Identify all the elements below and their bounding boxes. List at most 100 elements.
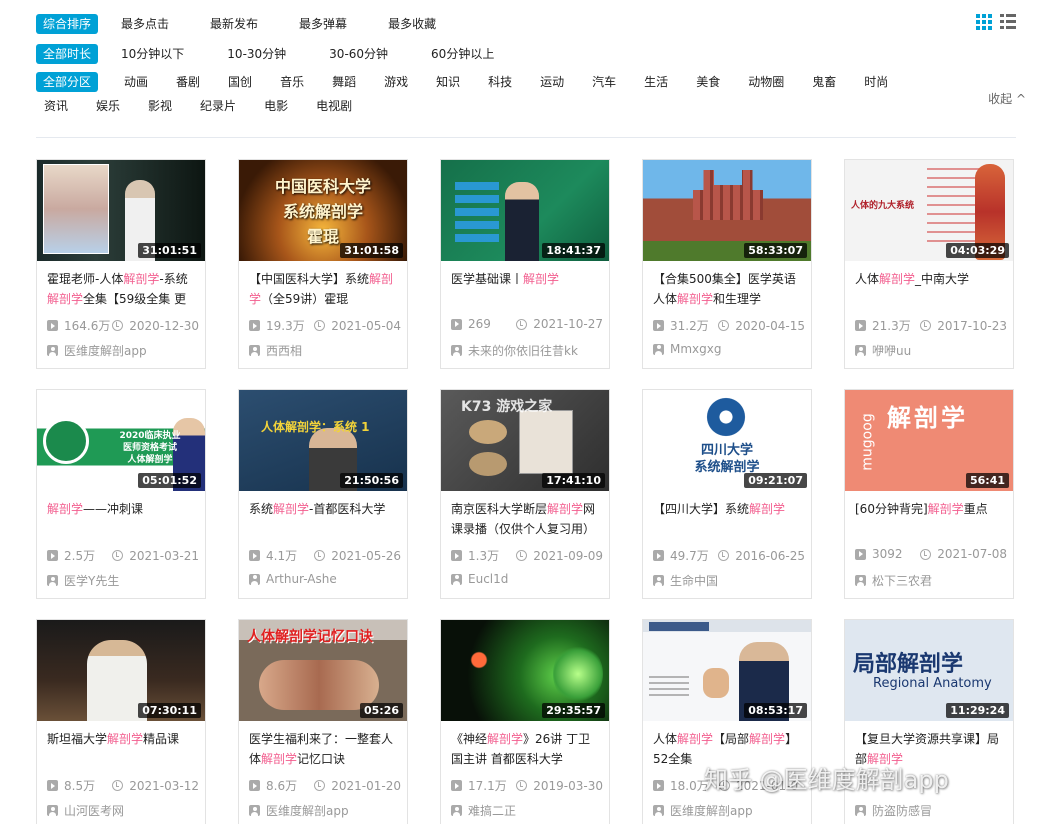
video-card[interactable]: 中国医科大学 系统解剖学 霍琨 31:01:58 【中国医科大学】系统解剖学（全59…: [238, 159, 408, 369]
sort-option[interactable]: 最多收藏: [380, 14, 444, 34]
video-card[interactable]: 人体解剖学记忆口诀 05:26 医学生福利来了：一整套人体解剖学记忆口诀 8.6万 20…: [238, 619, 408, 824]
video-thumbnail[interactable]: K73 游戏之家 17:41:10: [441, 390, 609, 491]
uploader[interactable]: Arthur-Ashe: [249, 572, 337, 586]
video-card[interactable]: 31:01:51 霍琨老师-人体解剖学-系统解剖学全集【59级全集 更 164.6万…: [36, 159, 206, 369]
uploader-name[interactable]: Eucl1d: [468, 572, 508, 586]
category-option[interactable]: 动物圈: [740, 72, 792, 92]
video-title[interactable]: 南京医科大学断层解剖学网课录播（仅供个人复习用）: [451, 499, 599, 539]
video-title[interactable]: 【复旦大学资源共享课】局部解剖学: [855, 729, 1003, 769]
uploader-name[interactable]: 防盗防感冒: [872, 802, 932, 819]
category-option[interactable]: 运动: [532, 72, 572, 92]
uploader[interactable]: 防盗防感冒: [855, 802, 932, 819]
video-thumbnail[interactable]: 07:30:11: [37, 620, 205, 721]
category-option[interactable]: 影视: [140, 96, 180, 116]
video-card[interactable]: 局部解剖学 Regional Anatomy 11:29:24 【复旦大学资源共享课】…: [844, 619, 1014, 824]
video-thumbnail[interactable]: 58:33:07: [643, 160, 811, 261]
video-card[interactable]: 07:30:11 斯坦福大学解剖学精品课 8.5万 2021-03-12 山河医考网: [36, 619, 206, 824]
video-thumbnail[interactable]: 29:35:57: [441, 620, 609, 721]
category-option[interactable]: 汽车: [584, 72, 624, 92]
uploader-name[interactable]: 医学Y先生: [64, 572, 119, 589]
uploader-name[interactable]: Arthur-Ashe: [266, 572, 337, 586]
video-card[interactable]: 18:41:37 医学基础课丨解剖学 269 2021-10-27 未来的你依旧往昔kk: [440, 159, 610, 369]
video-title[interactable]: 医学生福利来了：一整套人体解剖学记忆口诀: [249, 729, 397, 769]
uploader[interactable]: 医维度解剖app: [249, 802, 349, 819]
category-option[interactable]: 全部分区: [36, 72, 99, 92]
video-thumbnail[interactable]: 18:41:37: [441, 160, 609, 261]
uploader-name[interactable]: 医维度解剖app: [266, 802, 349, 819]
uploader[interactable]: 松下三农君: [855, 572, 932, 589]
uploader[interactable]: 西西相: [249, 342, 302, 359]
video-card[interactable]: 08:53:17 人体解剖学【局部解剖学】52全集 18.0万 2021-01-0 医维…: [642, 619, 812, 824]
duration-option[interactable]: 30-60分钟: [321, 44, 396, 64]
category-option[interactable]: 科技: [480, 72, 520, 92]
uploader-name[interactable]: 医维度解剖app: [64, 342, 147, 359]
category-option[interactable]: 鬼畜: [804, 72, 844, 92]
video-thumbnail[interactable]: 人体解剖学记忆口诀 05:26: [239, 620, 407, 721]
category-option[interactable]: 娱乐: [88, 96, 128, 116]
video-title[interactable]: 【中国医科大学】系统解剖学（全59讲）霍琨: [249, 269, 397, 309]
video-card[interactable]: 58:33:07 【合集500集全】医学英语人体解剖学和生理学 31.2万 2020-…: [642, 159, 812, 369]
sort-option[interactable]: 最多弹幕: [291, 14, 355, 34]
uploader-name[interactable]: Mmxgxg: [670, 342, 721, 356]
category-option[interactable]: 游戏: [376, 72, 416, 92]
list-view-icon[interactable]: [1000, 14, 1016, 30]
uploader[interactable]: Eucl1d: [451, 572, 508, 586]
category-option[interactable]: 生活: [636, 72, 676, 92]
collapse-button[interactable]: 收起 ^: [988, 90, 1026, 107]
uploader[interactable]: 医学Y先生: [47, 572, 119, 589]
duration-option[interactable]: 60分钟以上: [423, 44, 502, 64]
category-option[interactable]: 舞蹈: [324, 72, 364, 92]
category-option[interactable]: 时尚: [856, 72, 896, 92]
uploader[interactable]: 难搞二正: [451, 802, 516, 819]
video-title[interactable]: 霍琨老师-人体解剖学-系统解剖学全集【59级全集 更: [47, 269, 195, 309]
video-thumbnail[interactable]: 31:01:51: [37, 160, 205, 261]
video-thumbnail[interactable]: 中国医科大学 系统解剖学 霍琨 31:01:58: [239, 160, 407, 261]
uploader[interactable]: 医维度解剖app: [653, 802, 753, 819]
sort-option[interactable]: 最新发布: [202, 14, 266, 34]
video-title[interactable]: 系统解剖学-首都医科大学: [249, 499, 397, 539]
video-thumbnail[interactable]: 08:53:17: [643, 620, 811, 721]
video-card[interactable]: K73 游戏之家 17:41:10 南京医科大学断层解剖学网课录播（仅供个人复习用）…: [440, 389, 610, 599]
duration-option[interactable]: 全部时长: [36, 44, 99, 64]
uploader-name[interactable]: 咿咿uu: [872, 342, 911, 359]
uploader[interactable]: 医维度解剖app: [47, 342, 147, 359]
category-option[interactable]: 番剧: [168, 72, 208, 92]
video-thumbnail[interactable]: 解剖学 mugoog 56:41: [845, 390, 1013, 491]
category-option[interactable]: 国创: [220, 72, 260, 92]
duration-option[interactable]: 10-30分钟: [219, 44, 294, 64]
grid-view-icon[interactable]: [976, 14, 992, 30]
uploader[interactable]: Mmxgxg: [653, 342, 721, 356]
video-thumbnail[interactable]: 2020临床执业医师资格考试 人体解剖学 冲刺精讲班 05:01:52: [37, 390, 205, 491]
video-thumbnail[interactable]: 四川大学 系统解剖学 09:21:07: [643, 390, 811, 491]
video-title[interactable]: 人体解剖学_中南大学: [855, 269, 1003, 309]
category-option[interactable]: 音乐: [272, 72, 312, 92]
uploader-name[interactable]: 生命中国: [670, 572, 718, 589]
video-thumbnail[interactable]: 局部解剖学 Regional Anatomy 11:29:24: [845, 620, 1013, 721]
video-title[interactable]: 【四川大学】系统解剖学: [653, 499, 801, 539]
uploader[interactable]: 未来的你依旧往昔kk: [451, 342, 578, 359]
sort-option[interactable]: 综合排序: [36, 14, 99, 34]
uploader-name[interactable]: 西西相: [266, 342, 302, 359]
video-card[interactable]: 人体的九大系统 04:03:29 人体解剖学_中南大学 21.3万 2017-10-23…: [844, 159, 1014, 369]
category-option[interactable]: 电影: [256, 96, 296, 116]
uploader-name[interactable]: 山河医考网: [64, 802, 124, 819]
sort-option[interactable]: 最多点击: [113, 14, 177, 34]
category-option[interactable]: 电视剧: [308, 96, 360, 116]
category-option[interactable]: 知识: [428, 72, 468, 92]
duration-option[interactable]: 10分钟以下: [113, 44, 192, 64]
video-title[interactable]: 解剖学——冲刺课: [47, 499, 195, 539]
category-option[interactable]: 纪录片: [192, 96, 244, 116]
video-card[interactable]: 解剖学 mugoog 56:41 [60分钟背完]解剖学重点 3092 2021-07-0…: [844, 389, 1014, 599]
video-title[interactable]: 【合集500集全】医学英语人体解剖学和生理学: [653, 269, 801, 309]
video-title[interactable]: 《神经解剖学》26讲 丁卫国主讲 首都医科大学: [451, 729, 599, 769]
video-title[interactable]: 斯坦福大学解剖学精品课: [47, 729, 195, 769]
video-card[interactable]: 2020临床执业医师资格考试 人体解剖学 冲刺精讲班 05:01:52 解剖学——冲…: [36, 389, 206, 599]
video-card[interactable]: 四川大学 系统解剖学 09:21:07 【四川大学】系统解剖学 49.7万 2016-0…: [642, 389, 812, 599]
video-card[interactable]: 29:35:57 《神经解剖学》26讲 丁卫国主讲 首都医科大学 17.1万 2019…: [440, 619, 610, 824]
uploader-name[interactable]: 医维度解剖app: [670, 802, 753, 819]
video-card[interactable]: 人体解剖学：系统 1 21:50:56 系统解剖学-首都医科大学 4.1万 2021-0…: [238, 389, 408, 599]
category-option[interactable]: 美食: [688, 72, 728, 92]
video-thumbnail[interactable]: 人体解剖学：系统 1 21:50:56: [239, 390, 407, 491]
video-title[interactable]: [60分钟背完]解剖学重点: [855, 499, 1003, 539]
video-thumbnail[interactable]: 人体的九大系统 04:03:29: [845, 160, 1013, 261]
